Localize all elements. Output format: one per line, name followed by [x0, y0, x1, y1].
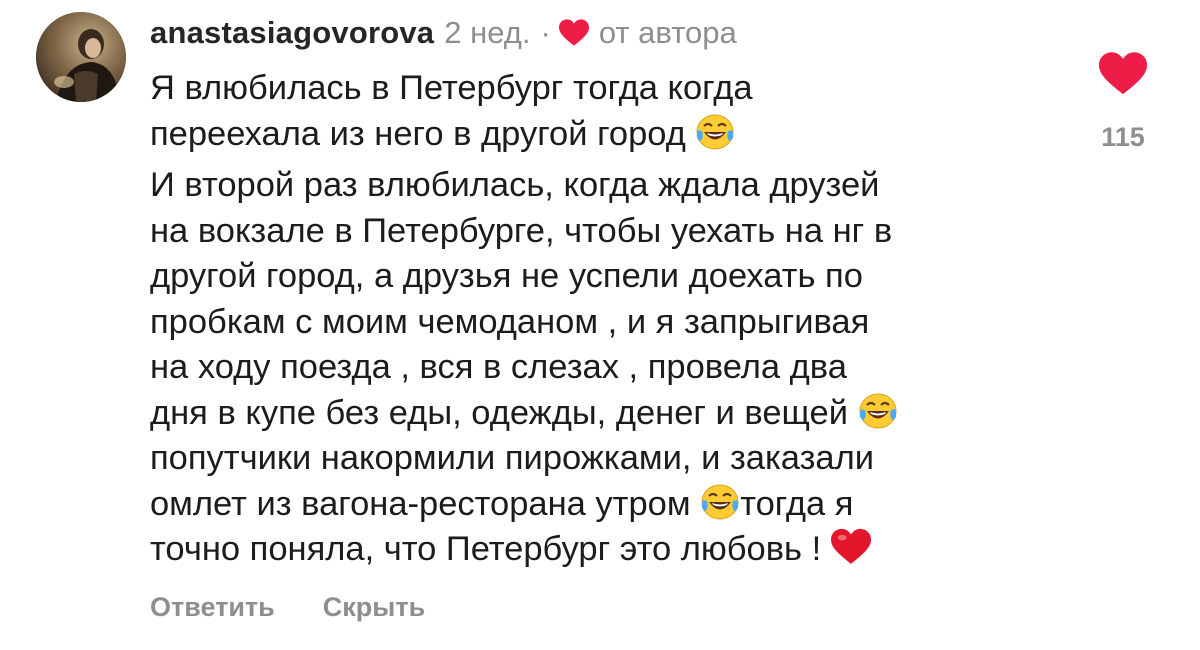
username[interactable]: anastasiagovorova: [150, 15, 434, 51]
avatar[interactable]: [36, 12, 126, 102]
laughing-crying-emoji: [695, 113, 735, 151]
like-control: 115: [1095, 52, 1151, 153]
comment-time: 2 нед.: [444, 15, 531, 50]
laughing-crying-emoji: [700, 483, 740, 521]
comment-actions: Ответить Скрыть: [150, 592, 425, 623]
reply-button[interactable]: Ответить: [150, 592, 275, 623]
author-like-label: от автора: [598, 15, 737, 50]
text-line: Я влюбилась в Петербург тогда когда: [150, 69, 753, 107]
text-line: попутчики накормили пирожками, и заказал…: [150, 439, 875, 477]
comment: anastasiagovorova 2 нед. · от автора Я в…: [0, 0, 1200, 650]
red-heart-emoji: [830, 528, 871, 566]
avatar-photo: [36, 12, 126, 102]
paragraph-2: И второй раз влюбилась, когда ждала друз…: [150, 163, 1050, 573]
laughing-crying-emoji: [858, 392, 898, 430]
text-line: на вокзале в Петербурге, чтобы уехать на…: [150, 211, 893, 250]
comment-text: Я влюбилась в Петербург тогда когда пере…: [150, 66, 1050, 573]
text-line: дня в купе без еды, одежды, денег и веще…: [150, 391, 1050, 437]
separator-dot: ·: [540, 15, 551, 50]
text-line: точно поняла, что Петербург это любовь !: [150, 527, 1050, 573]
text-line: на ходу поезда , вся в слезах , провела …: [150, 348, 847, 386]
heart-icon: [558, 19, 589, 47]
like-count[interactable]: 115: [1095, 122, 1151, 153]
text-line: омлет из вагона-ресторана утром тогда я: [150, 483, 854, 523]
paragraph-1: Я влюбилась в Петербург тогда когда пере…: [150, 66, 1050, 157]
heart-icon[interactable]: [1099, 52, 1147, 96]
text-line: другой город, а друзья не успели доехать…: [150, 257, 863, 295]
text-line: переехала из него в другой город: [150, 112, 1050, 158]
text-line: пробкам с моим чемоданом , и я запрыгива…: [150, 302, 870, 341]
text-line: И второй раз влюбилась, когда ждала друз…: [150, 166, 880, 204]
comment-header: anastasiagovorova 2 нед. · от автора: [150, 10, 737, 56]
hide-button[interactable]: Скрыть: [323, 592, 425, 623]
